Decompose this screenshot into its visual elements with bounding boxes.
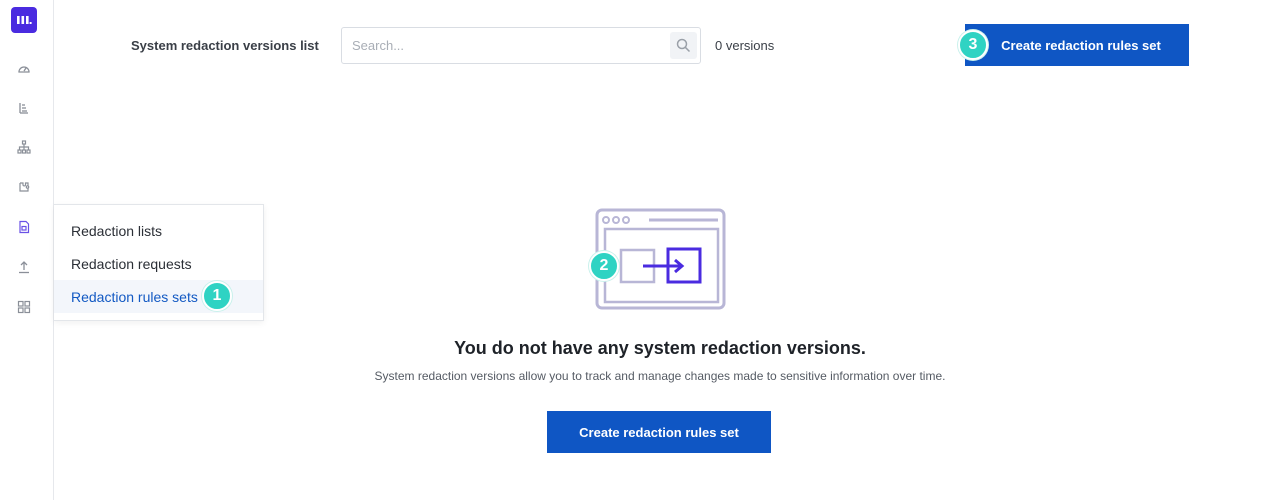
menu-item-label: Redaction requests [71,255,192,272]
dashboard-gauge-icon[interactable] [15,60,33,78]
step-badge-3: 3 [958,30,988,60]
redaction-document-icon[interactable] [15,218,33,236]
search-input[interactable] [342,28,662,63]
apps-grid-icon[interactable] [15,298,33,316]
menu-item-redaction-lists[interactable]: Redaction lists [54,214,263,247]
page-title: System redaction versions list [131,38,319,53]
integrations-icon[interactable] [15,178,33,196]
search-button[interactable] [670,32,697,59]
redaction-flyout-menu: Redaction lists Redaction requests Redac… [54,204,264,321]
menu-item-label: Redaction rules sets [71,288,198,305]
brand-logo[interactable] [11,7,37,33]
menu-item-label: Redaction lists [71,222,163,239]
versions-count: 0 versions [715,38,775,53]
empty-state-description: System redaction versions allow you to t… [374,369,946,383]
search-icon [676,38,691,53]
step-badge-1: 1 [202,281,232,311]
create-rules-set-button[interactable]: Create redaction rules set [547,411,771,453]
create-rules-set-button-top[interactable]: Create redaction rules set [965,24,1189,66]
step-badge-2: 2 [589,251,619,281]
hierarchy-icon[interactable] [15,138,33,156]
empty-state-title: You do not have any system redaction ver… [454,338,866,358]
sidebar [0,0,54,500]
upload-icon[interactable] [15,258,33,276]
menu-item-redaction-requests[interactable]: Redaction requests [54,247,263,280]
search-box [341,27,701,64]
reports-list-icon[interactable] [15,99,33,117]
